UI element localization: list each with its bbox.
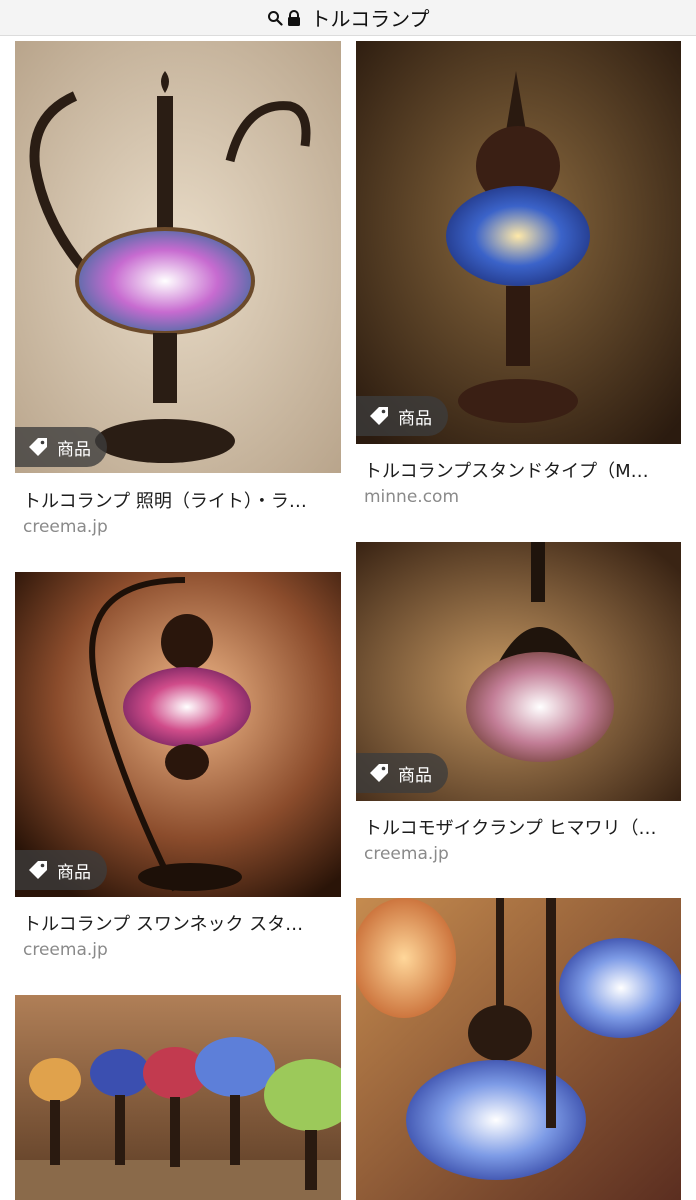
result-title[interactable]: トルコモザイクランプ ヒマワリ（… (364, 814, 679, 840)
result-domain: creema.jp (364, 844, 449, 864)
result-card[interactable] (356, 898, 681, 1200)
search-icon (267, 10, 283, 26)
badge-label: 商品 (57, 862, 91, 883)
result-card[interactable]: 商品 トルコランプ 照明（ライト）・ラ… creema.jp (15, 41, 341, 541)
result-domain: minne.com (364, 487, 460, 507)
address-bar[interactable]: トルコランプ (0, 0, 696, 36)
result-card[interactable] (15, 995, 341, 1200)
badge-label: 商品 (398, 408, 432, 429)
badge-label: 商品 (398, 765, 432, 786)
result-card[interactable]: 商品 トルコランプ スワンネック スタ… creema.jp (15, 572, 341, 967)
result-image[interactable] (15, 995, 341, 1200)
result-domain: creema.jp (23, 940, 108, 960)
result-card[interactable]: 商品 トルコモザイクランプ ヒマワリ（… creema.jp (356, 542, 681, 867)
result-title[interactable]: トルコランプ 照明（ライト）・ラ… (23, 487, 339, 513)
lock-icon (287, 9, 303, 26)
tag-icon (29, 438, 47, 456)
result-title[interactable]: トルコランプスタンドタイプ（M… (364, 457, 679, 483)
result-image[interactable] (356, 898, 681, 1200)
result-domain: creema.jp (23, 517, 108, 537)
search-query: トルコランプ (310, 7, 430, 31)
result-image[interactable] (15, 572, 341, 897)
badge-label: 商品 (57, 439, 91, 460)
result-image[interactable] (356, 41, 681, 444)
tag-icon (370, 764, 388, 782)
product-badge: 商品 (15, 427, 107, 467)
product-badge: 商品 (15, 850, 107, 890)
result-image[interactable] (15, 41, 341, 473)
tag-icon (370, 407, 388, 425)
tag-icon (29, 861, 47, 879)
result-card[interactable]: 商品 トルコランプスタンドタイプ（M… minne.com (356, 41, 681, 509)
product-badge: 商品 (356, 396, 448, 436)
product-badge: 商品 (356, 753, 448, 793)
result-title[interactable]: トルコランプ スワンネック スタ… (23, 910, 339, 936)
